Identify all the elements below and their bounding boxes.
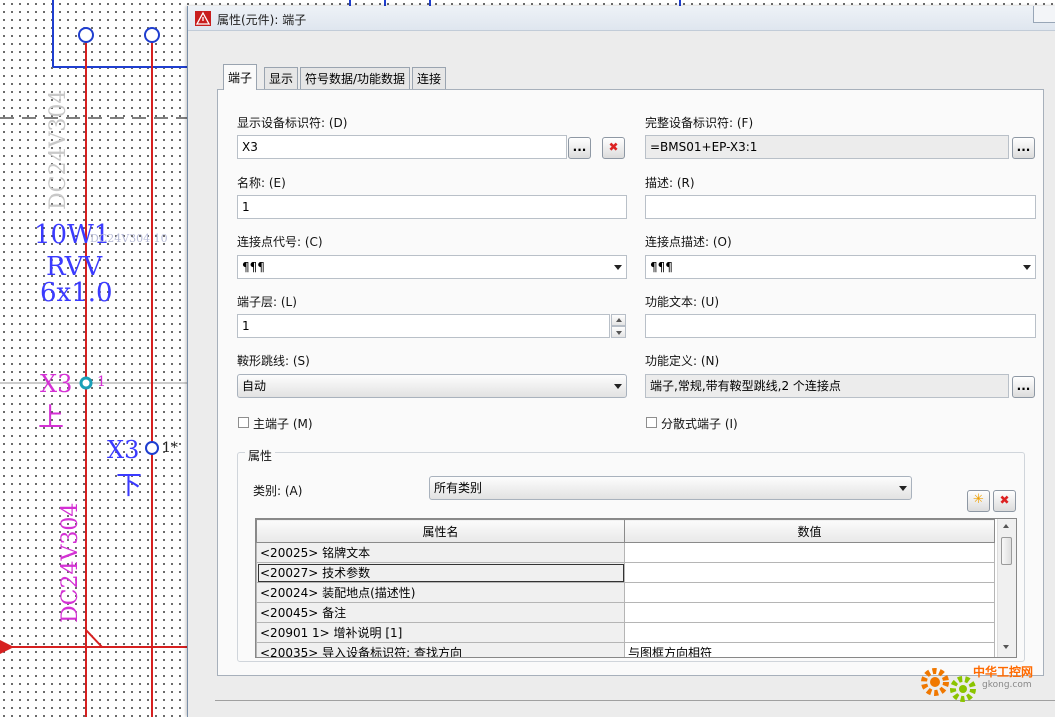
delete-icon: ✖ — [999, 493, 1010, 507]
star-new-icon: ✳ — [973, 492, 984, 507]
connection-code-value: ¶¶¶ — [242, 260, 265, 274]
properties-table: 属性名 数值 <20025> 铭牌文本 <20027> 技术参数 <20024>… — [255, 518, 1017, 658]
table-row[interactable]: <20027> 技术参数 — [256, 562, 995, 583]
connection-desc-dropdown[interactable]: ¶¶¶ — [645, 255, 1036, 279]
connection-code-dropdown[interactable]: ¶¶¶ — [237, 255, 627, 279]
main-terminal-label: 主端子 (M) — [253, 417, 313, 431]
terminal-upper-label: X3 — [40, 370, 73, 398]
tab-terminal[interactable]: 端子 — [223, 64, 258, 90]
scroll-down-icon[interactable] — [1003, 645, 1009, 649]
saddle-jumper-dropdown[interactable]: 自动 — [237, 374, 627, 398]
table-row[interactable]: <20035> 导入设备标识符: 查找方向 与图框方向相符 — [256, 642, 995, 657]
category-dropdown[interactable]: 所有类别 — [429, 476, 912, 500]
terminal-upper-pin: 1 — [97, 374, 106, 390]
arrow-up-icon — [616, 318, 622, 322]
close-button[interactable] — [1033, 6, 1055, 23]
full-id-browse-button[interactable]: ... — [1012, 137, 1035, 159]
vertical-label-top: DC24V304 — [46, 89, 71, 210]
tab-display[interactable]: 显示 — [264, 67, 299, 89]
property-name-cell[interactable]: <20027> 技术参数 — [256, 562, 625, 583]
table-row[interactable]: <20901 1> 增补说明 [1] — [256, 622, 995, 643]
delete-icon: ✖ — [608, 140, 619, 154]
property-name-cell[interactable]: <20025> 铭牌文本 — [256, 542, 625, 563]
window-title: 属性(元件): 端子 — [217, 13, 307, 27]
terminal-layer-field[interactable]: 1 — [237, 314, 610, 338]
column-header-property-name[interactable]: 属性名 — [256, 519, 625, 543]
terminal-lower-pin: 1* — [162, 440, 178, 456]
tab-connection[interactable]: 连接 — [412, 67, 447, 89]
property-value-cell[interactable] — [624, 562, 995, 583]
table-row[interactable]: <20025> 铭牌文本 — [256, 542, 995, 563]
function-definition-field[interactable]: 端子,常规,带有鞍型跳线,2 个连接点 — [645, 374, 1009, 398]
terminal-lower-label: X3 — [107, 436, 140, 464]
cable-faint-label: DC24V304 10 — [90, 232, 168, 245]
main-terminal-checkbox[interactable] — [238, 417, 249, 428]
display-id-clear-button[interactable]: ✖ — [602, 137, 625, 159]
delete-property-button[interactable]: ✖ — [993, 490, 1016, 512]
function-text-field[interactable] — [645, 314, 1036, 338]
property-name-cell[interactable]: <20035> 导入设备标识符: 查找方向 — [256, 642, 625, 657]
function-text-label: 功能文本: (U) — [645, 295, 720, 309]
eplan-app-icon — [195, 11, 211, 26]
description-field[interactable] — [645, 195, 1036, 219]
category-value: 所有类别 — [434, 481, 483, 495]
tab-panel: 显示设备标识符: (D) X3 ... ✖ 完整设备标识符: (F) =BMS0… — [217, 89, 1044, 676]
title-bar[interactable]: 属性(元件): 端子 — [188, 6, 1055, 31]
properties-group-title: 属性 — [245, 447, 276, 464]
spin-down-button[interactable] — [611, 326, 626, 338]
saddle-jumper-label: 鞍形跳线: (S) — [237, 354, 310, 368]
description-label: 描述: (R) — [645, 176, 695, 190]
terminal-upper-sub: 上 — [38, 403, 65, 433]
saddle-jumper-value: 自动 — [242, 379, 267, 393]
watermark: 中华工控网 gkong.com — [920, 660, 1050, 705]
table-row[interactable]: <20045> 备注 — [256, 602, 995, 623]
chevron-down-icon — [614, 265, 622, 270]
connection-desc-label: 连接点描述: (O) — [645, 235, 732, 249]
property-name-cell[interactable]: <20901 1> 增补说明 [1] — [256, 622, 625, 643]
terminal-layer-label: 端子层: (L) — [237, 295, 297, 309]
chevron-down-icon — [1023, 265, 1031, 270]
tab-symbol-function-data[interactable]: 符号数据/功能数据 — [300, 67, 411, 89]
gear-icon — [921, 668, 976, 702]
chevron-down-icon — [614, 384, 622, 389]
connection-desc-value: ¶¶¶ — [650, 260, 673, 274]
name-field[interactable]: 1 — [237, 195, 627, 219]
distributed-terminal-label: 分散式端子 (I) — [661, 417, 738, 431]
full-id-label: 完整设备标识符: (F) — [645, 116, 754, 130]
connection-code-label: 连接点代号: (C) — [237, 235, 323, 249]
display-id-field[interactable]: X3 — [237, 135, 567, 159]
scroll-up-icon[interactable] — [1003, 524, 1009, 528]
function-definition-browse-button[interactable]: ... — [1012, 376, 1035, 398]
property-value-cell[interactable] — [624, 582, 995, 603]
chevron-down-icon — [899, 486, 907, 491]
display-id-browse-button[interactable]: ... — [568, 137, 591, 159]
function-definition-label: 功能定义: (N) — [645, 354, 720, 368]
scrollbar-thumb[interactable] — [1001, 537, 1012, 565]
cable-spec-label: 6x1.0 — [40, 278, 113, 308]
table-scrollbar[interactable] — [997, 519, 1016, 657]
category-label: 类别: (A) — [253, 484, 303, 498]
property-name-cell[interactable]: <20024> 装配地点(描述性) — [256, 582, 625, 603]
watermark-url: gkong.com — [982, 680, 1032, 690]
vertical-label-bottom: DC24V304 — [58, 502, 83, 623]
display-id-label: 显示设备标识符: (D) — [237, 116, 348, 130]
properties-dialog: 属性(元件): 端子 端子 显示 符号数据/功能数据 连接 显示设备标识符: (… — [187, 6, 1055, 717]
full-id-field[interactable]: =BMS01+EP-X3:1 — [645, 135, 1009, 159]
property-value-cell[interactable] — [624, 602, 995, 623]
property-value-cell[interactable] — [624, 542, 995, 563]
new-property-button[interactable]: ✳ — [967, 490, 990, 512]
property-value-cell[interactable]: 与图框方向相符 — [624, 642, 995, 657]
name-label: 名称: (E) — [237, 176, 286, 190]
property-name-cell[interactable]: <20045> 备注 — [256, 602, 625, 623]
spin-up-button[interactable] — [611, 314, 626, 326]
arrow-down-icon — [616, 331, 622, 335]
property-value-cell[interactable] — [624, 622, 995, 643]
column-header-value[interactable]: 数值 — [624, 519, 995, 543]
table-row[interactable]: <20024> 装配地点(描述性) — [256, 582, 995, 603]
terminal-layer-spinner[interactable] — [611, 314, 626, 338]
terminal-lower-sub: 下 — [116, 471, 143, 501]
watermark-text: 中华工控网 — [973, 665, 1034, 679]
distributed-terminal-checkbox[interactable] — [646, 417, 657, 428]
